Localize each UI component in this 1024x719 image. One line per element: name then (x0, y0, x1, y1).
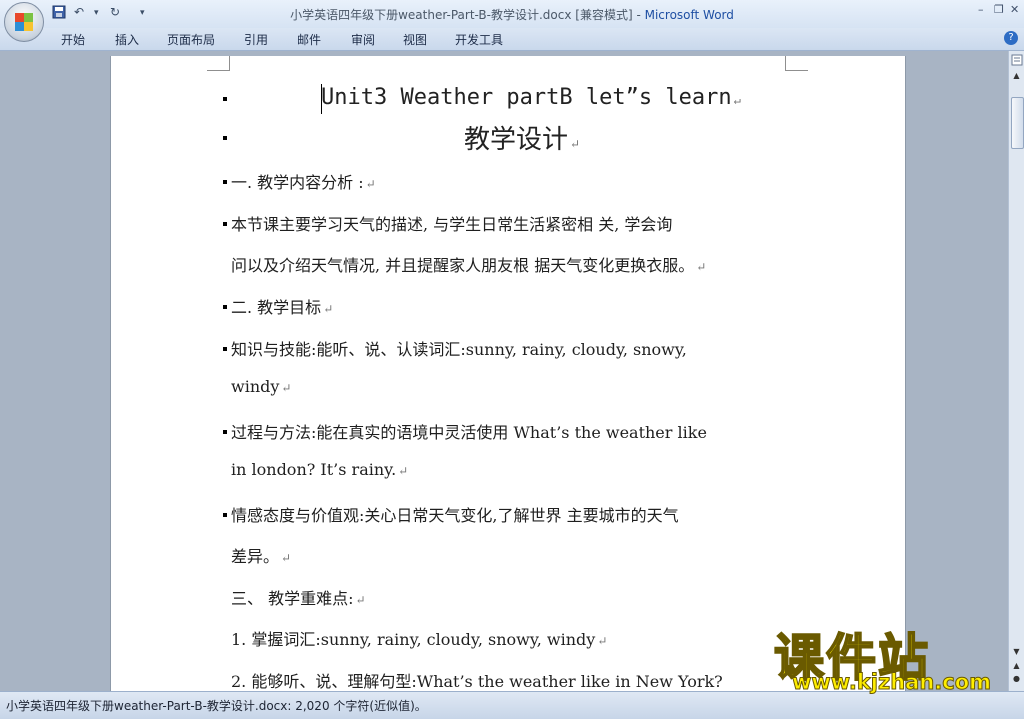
watermark-logo: 课件站 www.kjzhan.com (770, 618, 1020, 698)
tab-page-layout[interactable]: 页面布局 (167, 31, 215, 48)
close-button[interactable]: ✕ (1010, 3, 1019, 16)
doc-line: 情感态度与价值观:关心日常天气变化,了解世界 主要城市的天气 (231, 506, 679, 525)
doc-line: 本节课主要学习天气的描述, 与学生日常生活紧密相 关, 学会询 (231, 215, 673, 234)
save-icon[interactable] (52, 5, 66, 22)
help-icon[interactable]: ? (1004, 31, 1018, 45)
list-bullet (223, 513, 227, 517)
customize-qat-icon[interactable]: ▾ (140, 8, 145, 18)
doc-line: 问以及介绍天气情况, 并且提醒家人朋友根 据天气变化更换衣服。 ↵ (231, 256, 707, 275)
document-name: 小学英语四年级下册weather-Part-B-教学设计.docx [兼容模式] (290, 8, 633, 22)
ruler-toggle-icon[interactable] (1010, 54, 1023, 67)
tab-view[interactable]: 视图 (403, 31, 427, 48)
tab-insert[interactable]: 插入 (115, 31, 139, 48)
status-text: 小学英语四年级下册weather-Part-B-教学设计.docx: 2,020… (6, 699, 427, 713)
list-bullet (223, 180, 227, 184)
undo-icon[interactable]: ↶ (74, 5, 84, 19)
app-name: Microsoft Word (644, 8, 734, 22)
office-button[interactable] (4, 2, 44, 42)
doc-line: 二. 教学目标 ↵ (231, 298, 334, 317)
doc-line: 知识与技能:能听、说、认读词汇:sunny, rainy, cloudy, sn… (231, 340, 687, 359)
doc-line: 一. 教学内容分析 : ↵ (231, 173, 376, 192)
restore-button[interactable]: ❐ (994, 3, 1004, 16)
doc-line: 差异。 ↵ (231, 547, 292, 566)
document-area: Unit3 Weather partB let”s learn ↵ 教学设计 ↵ 一… (0, 51, 1008, 716)
list-bullet (223, 136, 227, 140)
list-bullet (223, 222, 227, 226)
scroll-thumb[interactable] (1011, 97, 1024, 149)
doc-line: 过程与方法:能在真实的语境中灵活使用 What’s the weather li… (231, 423, 707, 442)
tab-home[interactable]: 开始 (61, 31, 85, 48)
title-bar: 小学英语四年级下册weather-Part-B-教学设计.docx [兼容模式]… (0, 0, 1024, 28)
doc-title-line-1: Unit3 Weather partB let”s learn ↵ (321, 85, 741, 110)
doc-line: windy ↵ (231, 377, 292, 396)
list-bullet (223, 430, 227, 434)
tab-developer[interactable]: 开发工具 (455, 31, 503, 48)
doc-line: 2. 能够听、说、理解句型:What’s the weather like in… (231, 672, 723, 691)
tab-review[interactable]: 审阅 (351, 31, 375, 48)
list-bullet (223, 97, 227, 101)
list-bullet (223, 347, 227, 351)
tab-references[interactable]: 引用 (244, 31, 268, 48)
title-separator: - (632, 8, 645, 22)
crop-mark-right (785, 56, 808, 71)
ribbon-tabs: 开始 插入 页面布局 引用 邮件 审阅 视图 开发工具 ? (0, 28, 1024, 51)
crop-mark-left (207, 56, 230, 71)
doc-line: 三、 教学重难点: ↵ (231, 589, 366, 608)
undo-dropdown-icon[interactable]: ▾ (94, 8, 99, 18)
doc-title-line-2: 教学设计 ↵ (464, 125, 581, 155)
vertical-scrollbar[interactable]: ▲ ▼ ▲ ● (1008, 51, 1024, 691)
document-page[interactable]: Unit3 Weather partB let”s learn ↵ 教学设计 ↵ 一… (110, 56, 906, 716)
list-bullet (223, 305, 227, 309)
redo-icon[interactable]: ↻ (110, 5, 120, 19)
doc-line: 1. 掌握词汇:sunny, rainy, cloudy, snowy, win… (231, 630, 608, 649)
window-title: 小学英语四年级下册weather-Part-B-教学设计.docx [兼容模式]… (0, 6, 1024, 23)
office-logo-icon (15, 13, 33, 31)
doc-line: in london? It’s rainy. ↵ (231, 460, 409, 479)
minimize-button[interactable]: – (978, 3, 984, 16)
tab-mailings[interactable]: 邮件 (297, 31, 321, 48)
scroll-up-arrow-icon[interactable]: ▲ (1010, 71, 1023, 85)
watermark-url: www.kjzhan.com (791, 670, 992, 695)
